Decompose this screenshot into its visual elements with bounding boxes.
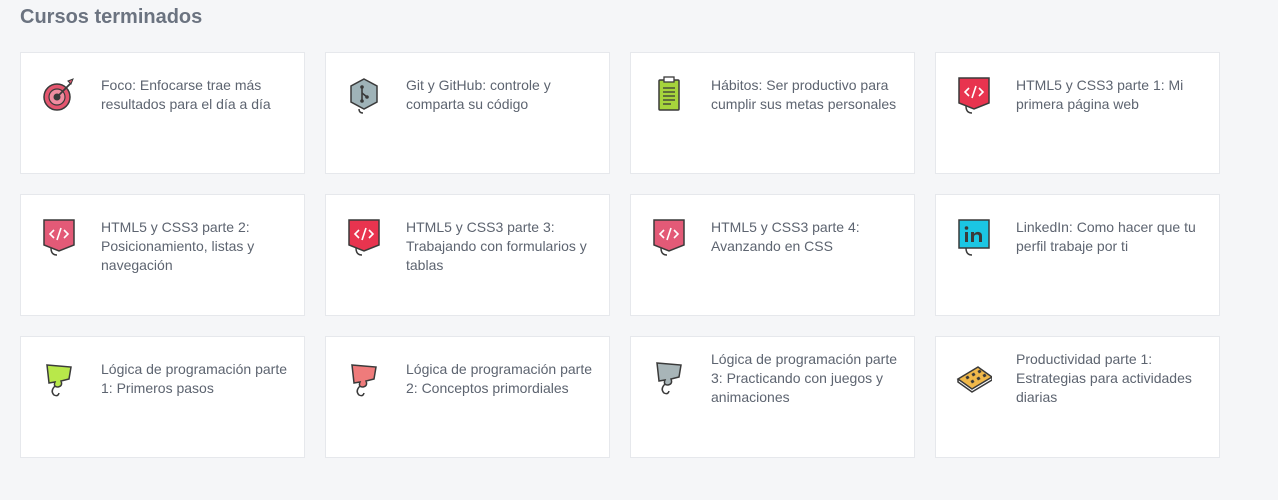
course-title: HTML5 y CSS3 parte 4: Avanzando en CSS	[711, 219, 860, 254]
puzzle-icon	[346, 359, 382, 399]
target-icon	[41, 75, 77, 115]
course-title: HTML5 y CSS3 parte 2: Posicionamiento, l…	[101, 219, 255, 273]
course-title: Foco: Enfocarse trae más resultados para…	[101, 77, 271, 112]
course-card[interactable]: Lógica de programación parte 2: Concepto…	[325, 336, 610, 458]
clipboard-icon	[651, 75, 687, 115]
course-card[interactable]: Hábitos: Ser productivo para cumplir sus…	[630, 52, 915, 174]
planner-board-icon	[956, 357, 992, 397]
course-title: Hábitos: Ser productivo para cumplir sus…	[711, 77, 897, 112]
html-code-icon	[346, 217, 382, 257]
html-code-icon	[651, 217, 687, 257]
course-title: HTML5 y CSS3 parte 3: Trabajando con for…	[406, 219, 587, 273]
puzzle-icon	[41, 359, 77, 399]
course-title: Productividad parte 1: Estrategias para …	[1016, 351, 1192, 405]
course-title: HTML5 y CSS3 parte 1: Mi primera página …	[1016, 77, 1184, 112]
course-title: Git y GitHub: controle y comparta su cód…	[406, 77, 551, 112]
course-title: Lógica de programación parte 3: Practica…	[711, 351, 898, 405]
course-card[interactable]: HTML5 y CSS3 parte 4: Avanzando en CSS	[630, 194, 915, 316]
html-code-icon	[956, 75, 992, 115]
course-card[interactable]: Lógica de programación parte 3: Practica…	[630, 336, 915, 458]
git-icon	[346, 75, 382, 115]
course-card[interactable]: HTML5 y CSS3 parte 1: Mi primera página …	[935, 52, 1220, 174]
course-card[interactable]: Lógica de programación parte 1: Primeros…	[20, 336, 305, 458]
course-title: Lógica de programación parte 2: Concepto…	[406, 361, 593, 396]
course-card[interactable]: HTML5 y CSS3 parte 3: Trabajando con for…	[325, 194, 610, 316]
section-title: Cursos terminados	[20, 6, 203, 28]
course-card[interactable]: Productividad parte 1: Estrategias para …	[935, 336, 1220, 458]
course-title: LinkedIn: Como hacer que tu perfil traba…	[1016, 219, 1196, 254]
course-title: Lógica de programación parte 1: Primeros…	[101, 361, 288, 396]
linkedin-icon	[956, 217, 992, 257]
courses-grid: Foco: Enfocarse trae más resultados para…	[20, 52, 1220, 458]
course-card[interactable]: Git y GitHub: controle y comparta su cód…	[325, 52, 610, 174]
course-card[interactable]: LinkedIn: Como hacer que tu perfil traba…	[935, 194, 1220, 316]
html-code-icon	[41, 217, 77, 257]
course-card[interactable]: Foco: Enfocarse trae más resultados para…	[20, 52, 305, 174]
course-card[interactable]: HTML5 y CSS3 parte 2: Posicionamiento, l…	[20, 194, 305, 316]
puzzle-icon	[651, 357, 687, 397]
